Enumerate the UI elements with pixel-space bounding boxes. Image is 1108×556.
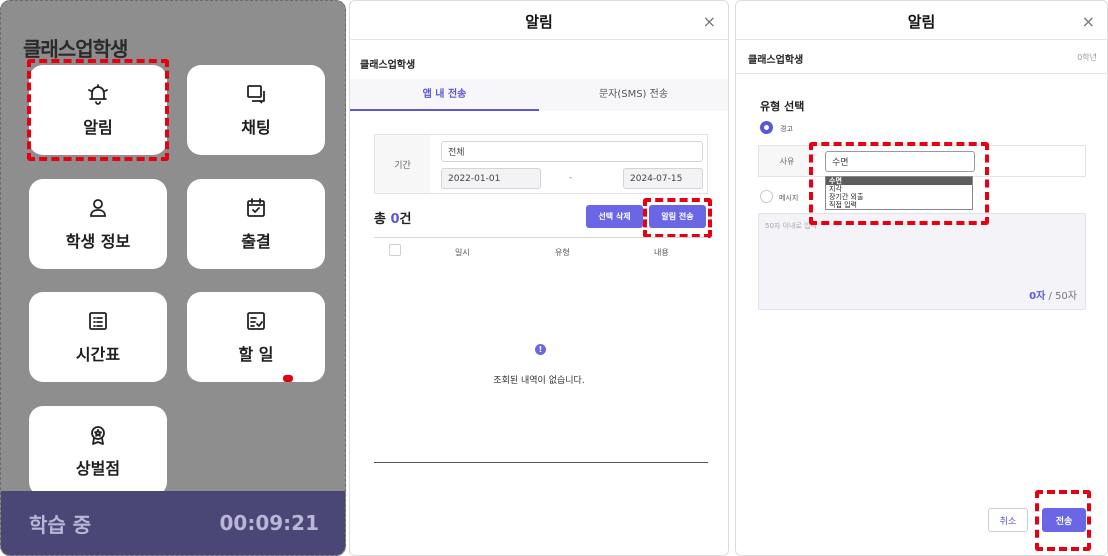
reason-label: 사유 [759,146,815,176]
tile-label: 알림 [83,118,113,137]
date-to-input[interactable]: 2024-07-15 [623,168,703,189]
learning-timer: 00:09:21 [219,511,320,535]
tile-todo[interactable]: 할 일 [187,292,325,382]
learning-status-bar: 학습 중 00:09:21 [1,491,345,555]
tile-attendance[interactable]: 출결 [187,179,325,269]
tile-label: 채팅 [241,118,271,137]
tile-notification[interactable]: 알림 [29,65,167,155]
learning-status-label: 학습 중 [29,512,92,537]
highlight-mark [283,375,293,382]
divider [736,39,1107,40]
close-icon[interactable]: × [703,12,716,31]
char-limit: / 50자 [1045,291,1077,302]
tile-label: 학생 정보 [65,232,131,251]
student-home-panel: 클래스업학생 알림 채팅 학생 정보 출결 시간표 할 일 상벌점 학습 중 0… [0,0,346,556]
reason-row: 사유 수면 [758,145,1086,177]
grade-label: 0학년 [1077,53,1097,62]
empty-message: 조회된 내역이 없습니다. [493,376,585,386]
org-name: 클래스업학생 [360,60,416,71]
reason-select[interactable]: 수면 [825,151,975,172]
modal-title: 알림 [907,13,936,31]
tab-sms[interactable]: 문자(SMS) 전송 [539,79,728,111]
char-counter: 0자 / 50자 [1029,287,1077,302]
tile-label: 출결 [241,232,271,251]
app-title: 클래스업학생 [23,37,128,61]
table-header-top [374,237,708,238]
tile-chat[interactable]: 채팅 [187,65,325,155]
close-icon[interactable]: × [1082,12,1095,31]
send-button[interactable]: 전송 [1042,508,1086,532]
info-icon: ! [535,344,546,355]
column-header-datetime: 일시 [455,248,470,257]
send-notification-modal: 알림 × 클래스업학생 0학년 유형 선택 경고 사유 수면 수면 지각 장기간… [735,0,1108,556]
reason-dropdown-list: 수면 지각 장기간 외출 직접 입력 [825,176,973,210]
total-count: 총 0건 [374,208,412,227]
count-prefix: 총 [374,212,391,227]
date-separator: - [569,173,573,183]
count-value: 0 [390,212,400,227]
count-suffix: 건 [399,212,412,227]
tile-label: 시간표 [75,345,121,364]
select-all-checkbox[interactable] [389,244,401,256]
radio-message[interactable] [760,190,773,203]
column-header-type: 유형 [555,248,570,257]
send-notification-button[interactable]: 알림 전송 [649,205,706,228]
user-icon [90,199,106,217]
tile-student-info[interactable]: 학생 정보 [29,179,167,269]
table-bottom-line [374,462,708,463]
type-section-title: 유형 선택 [760,100,805,113]
period-label: 기간 [375,135,430,193]
bell-icon [88,84,108,105]
delete-selected-button[interactable]: 선택 삭제 [586,205,643,228]
char-count: 0자 [1029,291,1046,302]
textarea-placeholder: 50자 이내로 입력 [765,222,817,230]
send-tabs: 앱 내 전송 문자(SMS) 전송 [350,79,728,111]
radio-message-label: 메시지 [779,194,799,202]
timetable-icon [89,312,107,330]
radio-warning-label: 경고 [780,125,793,133]
date-from-input[interactable]: 2022-01-01 [441,168,541,189]
todo-icon [247,312,265,330]
reason-option[interactable]: 지각 [826,185,972,193]
tile-timetable[interactable]: 시간표 [29,292,167,382]
period-select[interactable]: 전체 [441,141,703,162]
message-textarea[interactable]: 50자 이내로 입력 0자 / 50자 [758,213,1086,310]
period-filter: 기간 전체 2022-01-01 - 2024-07-15 [374,134,708,194]
divider [350,39,728,40]
calendar-check-icon [247,198,265,217]
cancel-button[interactable]: 취소 [988,508,1028,532]
modal-title: 알림 [525,13,553,31]
reason-option[interactable]: 수면 [826,177,972,185]
chat-icon [247,85,265,104]
reason-option[interactable]: 직접 입력 [826,201,972,209]
tile-merits[interactable]: 상벌점 [29,406,167,496]
award-icon [91,426,105,445]
tile-label: 상벌점 [75,459,121,478]
divider [736,73,1107,74]
org-name: 클래스업학생 [748,55,804,66]
tab-in-app[interactable]: 앱 내 전송 [350,79,539,111]
column-header-content: 내용 [654,248,669,257]
notification-list-modal: 알림 × 클래스업학생 앱 내 전송 문자(SMS) 전송 기간 전체 2022… [349,0,729,556]
radio-warning[interactable] [760,121,773,134]
reason-option[interactable]: 장기간 외출 [826,193,972,201]
tile-label: 할 일 [238,345,274,364]
